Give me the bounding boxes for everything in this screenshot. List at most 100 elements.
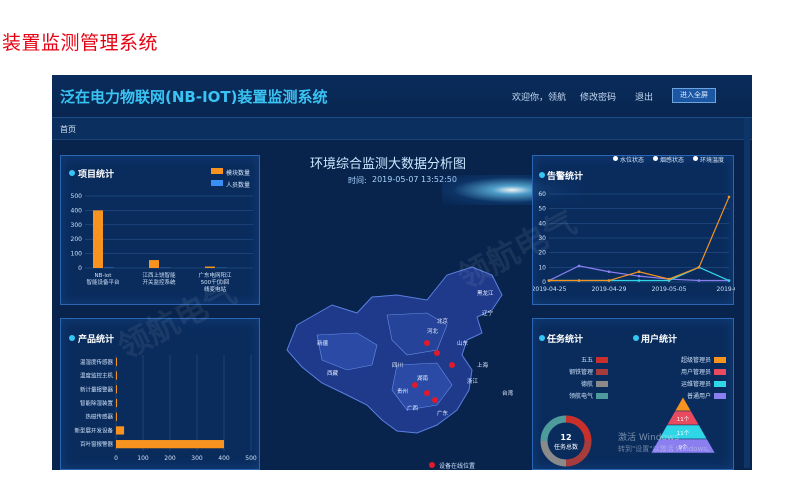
y-tick-label: 新型展开发设备 (74, 426, 113, 434)
legend-swatch-staff (211, 180, 223, 186)
user-legend-label: 用户管理员 (681, 368, 711, 376)
bar-product (116, 426, 125, 435)
map-province-label: 四川 (392, 362, 403, 369)
map-province-label: 西藏 (327, 369, 339, 377)
series-point (577, 279, 581, 282)
y-tick-label: 100 (71, 251, 83, 258)
bar-product (116, 440, 224, 449)
logout-link[interactable]: 退出 (635, 90, 653, 103)
bar-modules (93, 210, 103, 268)
task-legend-label: 德航 (581, 380, 593, 388)
user-legend-swatch (714, 369, 726, 375)
series-point (667, 277, 671, 281)
series-point (637, 279, 641, 282)
top-bar: 泛在电力物联网(NB-IOT)装置监测系统 欢迎你，领航 修改密码 退出 进入全… (52, 75, 752, 118)
series-point (637, 274, 641, 278)
product-bar-chart: 0 100 200 300 400 500 温湿度传感器温度监控主机新计量报警器智能除湿装置… (74, 355, 257, 462)
x-tick-label: NB-iot (95, 273, 113, 279)
series-point (637, 270, 641, 274)
y-tick-label: 60 (538, 191, 546, 198)
x-tick-label: 0 (114, 455, 118, 462)
panel-dot-icon (633, 335, 639, 341)
x-tick-label: 500 (245, 455, 257, 462)
scrollbar[interactable] (744, 118, 750, 468)
x-tick-label: 江西上饶智能 (142, 271, 176, 279)
project-stats-title: 项目统计 (78, 170, 115, 180)
donut-label: 任务总数 (554, 443, 578, 451)
task-legend-swatch (596, 381, 608, 387)
map-province-label: 新疆 (317, 339, 329, 347)
x-tick-label: 200 (164, 455, 176, 462)
x-tick-label: 2019-05 (716, 286, 735, 293)
app-title: 泛在电力物联网(NB-IOT)装置监测系统 (60, 88, 328, 106)
task-legend-label: 五五 (581, 357, 593, 364)
center-time-label: 时间: (348, 176, 367, 185)
task-legend-label: 领航电气 (569, 392, 593, 400)
breadcrumb: 首页 (52, 118, 752, 140)
y-tick-label: 0 (542, 279, 546, 286)
map-marker (449, 362, 455, 368)
user-legend-swatch (714, 393, 726, 399)
user-stats-title: 用户统计 (641, 335, 678, 345)
user-legend-label: 运维管理员 (681, 380, 711, 388)
bar-product (116, 371, 117, 380)
map-province-label: 贵州 (397, 387, 408, 395)
map-marker (424, 340, 430, 346)
donut-count: 12 (560, 433, 571, 442)
map-marker (434, 350, 440, 356)
user-legend-label: 普通用户 (687, 392, 711, 400)
legend-dot-smoke (653, 156, 658, 161)
bar-product (116, 385, 117, 394)
series-point (607, 279, 611, 282)
y-tick-label: 热磁传感器 (85, 413, 113, 421)
map-province-label: 山东 (457, 339, 469, 347)
windows-activation-title: 激活 Windows (618, 433, 680, 443)
map-marker (432, 397, 438, 403)
map-province-label: 上海 (477, 361, 489, 369)
y-tick-label: 新计量报警器 (80, 385, 114, 393)
task-stats-title: 任务统计 (547, 335, 584, 345)
legend-staff: 人员数量 (226, 182, 251, 189)
legend-temp: 环境温度 (700, 157, 725, 164)
welcome-text: 欢迎你，领航 (512, 93, 567, 103)
y-tick-label: 0 (78, 265, 82, 272)
change-password-link[interactable]: 修改密码 (580, 90, 616, 103)
legend-dot-water (613, 156, 618, 161)
map-province-label: 湖南 (417, 374, 429, 382)
windows-activation-subtitle: 转到"设置"以激活 Windows。 (618, 445, 714, 453)
user-legend-label: 超级管理员 (681, 356, 711, 364)
bar-modules (205, 266, 215, 268)
x-tick-label: 100 (137, 455, 149, 462)
china-map: 新疆西藏黑龙江辽宁北京河北山东四川贵州广东广西湖南上海浙江台湾 设备在线位置 (286, 266, 514, 470)
y-tick-label: 500 (71, 193, 83, 200)
series-point (697, 266, 701, 269)
series-line (549, 266, 730, 282)
map-province-label: 河北 (427, 327, 439, 335)
bar-modules (149, 260, 159, 268)
legend-online-dot (429, 462, 435, 468)
bar-product (116, 398, 118, 408)
x-tick-label: 2019-05-05 (652, 286, 687, 293)
center-title: 环境综合监测大数据分析图 (310, 157, 467, 172)
y-tick-label: 10 (538, 264, 546, 271)
legend-modules: 模块数量 (226, 170, 251, 177)
y-tick-label: 300 (71, 222, 83, 229)
series-point (607, 270, 611, 274)
breadcrumb-home[interactable]: 首页 (60, 124, 76, 135)
legend-swatch-modules (211, 168, 223, 174)
map-province-label: 辽宁 (482, 309, 494, 317)
alarm-stats-title: 告警统计 (547, 172, 584, 182)
panel-dot-icon (539, 172, 545, 178)
map-province-label: 广西 (407, 404, 419, 412)
pyramid-label: 11个 (677, 416, 690, 423)
series-point (577, 264, 581, 268)
legend-water: 水位状态 (620, 157, 645, 164)
y-tick-label: 智能除湿装置 (80, 399, 114, 407)
panel-dot-icon (69, 335, 75, 341)
fullscreen-button[interactable]: 进入全屏 (672, 88, 716, 103)
task-legend-swatch (596, 393, 608, 399)
map-province-label: 广东 (437, 409, 449, 417)
legend-online-label: 设备在线位置 (439, 462, 475, 470)
page-heading: 装置监测管理系统 (2, 32, 159, 54)
map-marker (412, 382, 418, 388)
